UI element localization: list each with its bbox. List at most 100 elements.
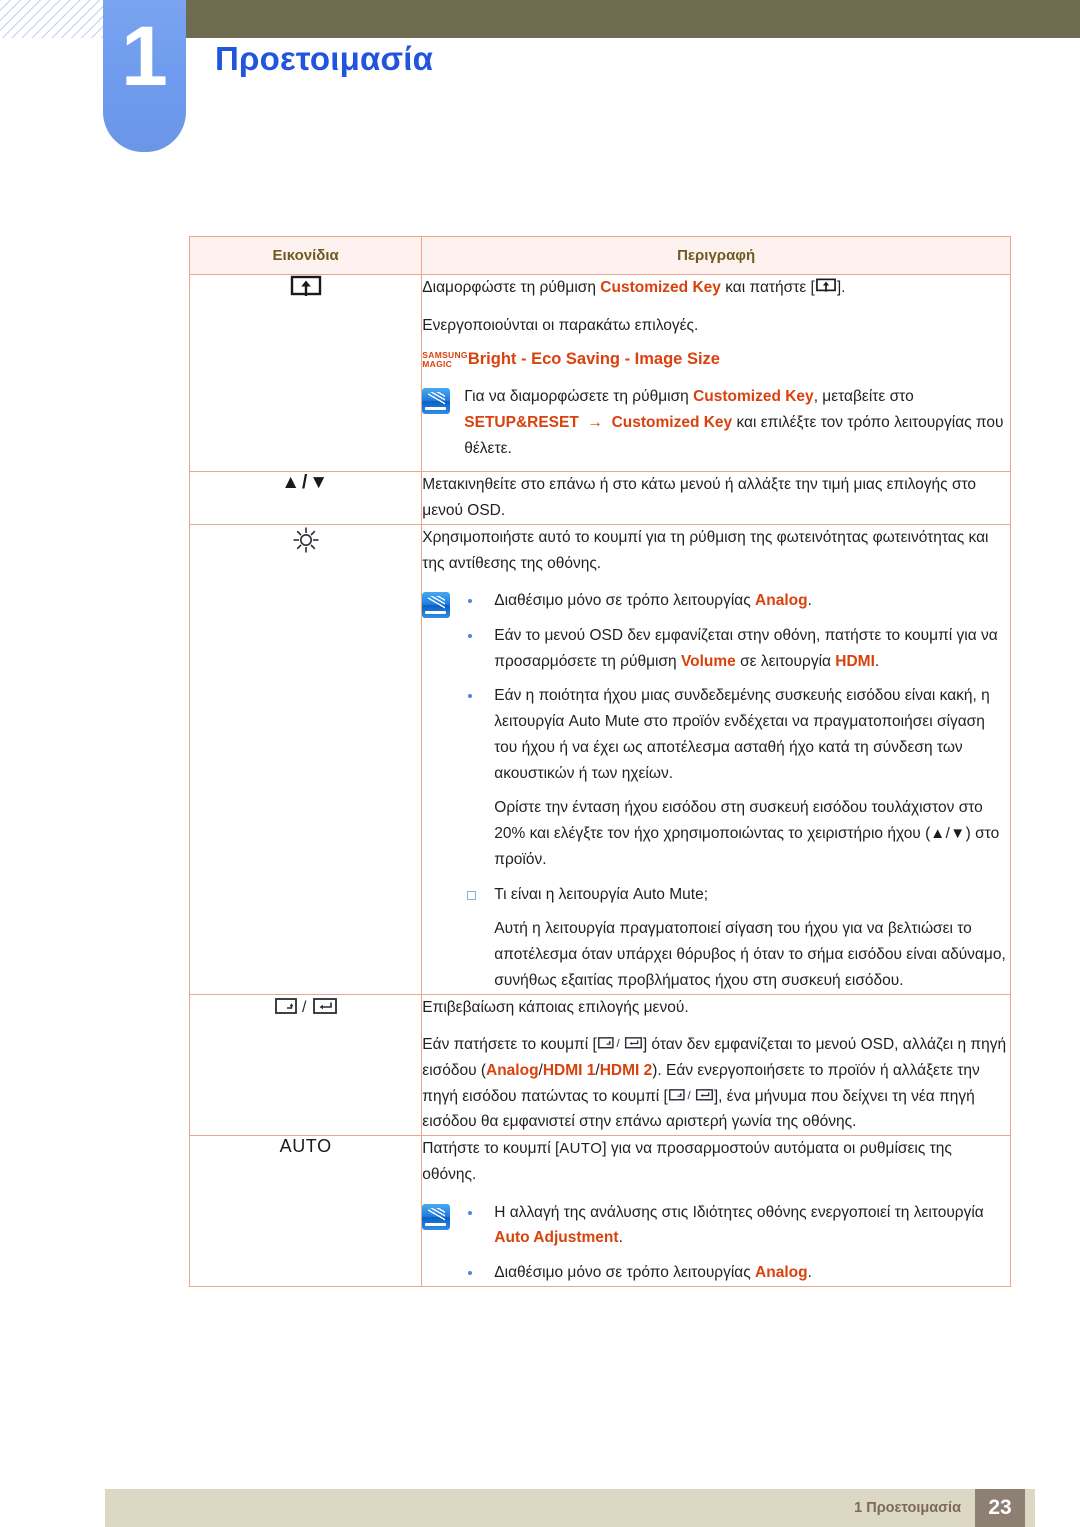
paragraph-brightness-contrast: Χρησιμοποιήστε αυτό το κουμπί για τη ρύθ… xyxy=(422,528,989,572)
text-segment: Διαμορφώστε τη ρύθμιση xyxy=(422,279,601,296)
paragraph-navigate-menu: Μετακινηθείτε στο επάνω ή στο κάτω μενού… xyxy=(422,476,977,520)
list-item-auto-mute-question: Τι είναι η λειτουργία Auto Mute; Αυτή η … xyxy=(450,882,1010,994)
text-segment: Διαθέσιμο μόνο σε τρόπο λειτουργίας xyxy=(494,592,756,610)
note-paragraph: Για να διαμορφώσετε τη ρύθμιση Customize… xyxy=(464,384,1010,461)
table-row: ▲/▼ Μετακινηθείτε στο επάνω ή στο κάτω μ… xyxy=(188,471,1011,525)
footer-chapter-label: 1 Προετοιμασία xyxy=(854,1500,961,1516)
source-enter-icon: / xyxy=(274,997,337,1016)
svg-text:/: / xyxy=(687,1090,691,1102)
column-header-icons: Εικονίδια xyxy=(188,236,423,275)
text-segment: . xyxy=(618,1229,623,1247)
list-item-subtext: Αυτή η λειτουργία πραγματοποιεί σίγαση τ… xyxy=(494,920,1006,989)
text-segment: . xyxy=(874,652,880,670)
list-item: Εάν το μενού OSD δεν εμφανίζεται στην οθ… xyxy=(450,623,1010,674)
icon-cell-customized-key xyxy=(188,273,423,473)
chapter-number-badge: 1 xyxy=(103,0,186,152)
note-bullet-list: Η αλλαγή της ανάλυσης στις Ιδιότητες οθό… xyxy=(450,1200,1010,1286)
text-segment: . xyxy=(807,592,812,610)
highlight-customized-key: Customized Key xyxy=(600,279,721,296)
column-header-description: Περιγραφή xyxy=(421,236,1011,275)
auto-key-label: AUTO xyxy=(559,1140,603,1158)
highlight-analog: Analog xyxy=(755,1264,808,1282)
header-olive-bar xyxy=(186,0,1080,38)
magic-items: Bright - Eco Saving - Image Size xyxy=(467,350,720,369)
table-row: AUTO Πατήστε το κουμπί [AUTO] για να προ… xyxy=(188,1135,1011,1287)
text-segment: . xyxy=(807,1264,812,1282)
icon-cell-source-enter: / xyxy=(188,993,423,1137)
magic-logo-bottom: MAGIC xyxy=(422,359,453,370)
note-pencil-icon xyxy=(422,592,451,619)
highlight-volume: Volume xyxy=(680,652,736,670)
text-segment: Για να διαμορφώσετε τη ρύθμιση xyxy=(464,388,694,406)
icon-cell-auto: AUTO xyxy=(188,1135,423,1287)
highlight-analog: Analog xyxy=(486,1061,539,1079)
paragraph-confirm-selection: Επιβεβαίωση κάποιας επιλογής μενού. xyxy=(422,998,689,1016)
up-down-arrows-inline-icon: ▲/▼ xyxy=(930,825,966,843)
note-body: Για να διαμορφώσετε τη ρύθμιση Customize… xyxy=(464,384,1010,471)
up-down-arrows-icon: ▲/▼ xyxy=(281,472,331,494)
text-segment: και πατήστε [ xyxy=(720,279,815,296)
highlight-hdmi: HDMI xyxy=(835,652,875,670)
page-footer: 1 Προετοιμασία 23 xyxy=(105,1489,1035,1527)
icon-cell-brightness xyxy=(188,523,423,995)
header-hatch-decoration xyxy=(0,0,103,38)
auto-button-icon: AUTO xyxy=(279,1136,332,1157)
note-block: Για να διαμορφώσετε τη ρύθμιση Customize… xyxy=(422,384,1010,471)
footer-page-number: 23 xyxy=(975,1489,1025,1527)
highlight-customized-key: Customized Key xyxy=(611,413,733,431)
svg-text:/: / xyxy=(616,1038,620,1050)
paragraph-options-activated: Ενεργοποιούνται οι παρακάτω επιλογές. xyxy=(422,316,699,334)
text-segment: Η αλλαγή της ανάλυσης στις Ιδιότητες οθό… xyxy=(494,1203,984,1221)
list-item-subtext: Ορίστε την ένταση ήχου εισόδου στη συσκε… xyxy=(494,795,1010,872)
samsung-magic-logo: SAMSUNG MAGIC xyxy=(422,351,468,369)
highlight-hdmi-1: HDMI 1 xyxy=(542,1061,596,1079)
description-cell-brightness: Χρησιμοποιήστε αυτό το κουμπί για τη ρύθ… xyxy=(421,523,1011,995)
list-item: Διαθέσιμο μόνο σε τρόπο λειτουργίας Anal… xyxy=(450,588,1010,614)
text-segment: , μεταβείτε στο xyxy=(813,388,914,406)
description-cell-auto: Πατήστε το κουμπί [AUTO] για να προσαρμο… xyxy=(421,1135,1011,1287)
highlight-analog: Analog xyxy=(755,592,808,610)
page-title: Προετοιμασία xyxy=(215,40,434,77)
note-pencil-icon xyxy=(422,388,451,415)
text-segment: Εάν η ποιότητα ήχου μιας συνδεδεμένης συ… xyxy=(494,687,990,782)
svg-text:/: / xyxy=(302,999,307,1016)
highlight-hdmi-2: HDMI 2 xyxy=(599,1061,653,1079)
customized-key-icon xyxy=(290,275,321,296)
text-segment: Εάν πατήσετε το κουμπί [ xyxy=(422,1036,597,1054)
icon-description-table: Εικονίδια Περιγραφή Διαμορφώστε τη ρύθμι… xyxy=(188,236,1011,1287)
customized-key-inline-icon xyxy=(815,278,836,292)
text-segment: Τι είναι η λειτουργία Auto Mute; xyxy=(494,885,709,903)
source-enter-inline-icon: / xyxy=(668,1088,713,1102)
table-row: Διαμορφώστε τη ρύθμιση Customized Key κα… xyxy=(188,273,1011,473)
text-segment: ]. xyxy=(836,279,846,296)
text-segment: Πατήστε το κουμπί [ xyxy=(422,1140,560,1158)
list-item: Η αλλαγή της ανάλυσης στις Ιδιότητες οθό… xyxy=(450,1200,1010,1251)
note-pencil-icon xyxy=(422,1203,451,1230)
description-cell-up-down: Μετακινηθείτε στο επάνω ή στο κάτω μενού… xyxy=(421,471,1011,525)
text-segment: σε λειτουργία xyxy=(735,652,836,670)
highlight-auto-adjustment: Auto Adjustment xyxy=(494,1229,619,1247)
highlight-setup-reset: SETUP&RESET xyxy=(464,413,579,431)
brightness-sun-icon xyxy=(293,527,319,553)
text-segment: Ορίστε την ένταση ήχου εισόδου στη συσκε… xyxy=(494,799,983,843)
paragraph-auto-adjust: Πατήστε το κουμπί [AUTO] για να προσαρμο… xyxy=(422,1136,1010,1188)
paragraph-input-source: Εάν πατήσετε το κουμπί [/] όταν δεν εμφα… xyxy=(422,1032,1010,1135)
note-bullet-list: Διαθέσιμο μόνο σε τρόπο λειτουργίας Anal… xyxy=(450,588,1010,993)
chapter-number: 1 xyxy=(121,9,168,103)
highlight-customized-key: Customized Key xyxy=(693,388,814,406)
list-item: Διαθέσιμο μόνο σε τρόπο λειτουργίας Anal… xyxy=(450,1260,1010,1286)
description-cell-source-enter: Επιβεβαίωση κάποιας επιλογής μενού. Εάν … xyxy=(421,993,1011,1137)
paragraph-configure-customized-key: Διαμορφώστε τη ρύθμιση Customized Key κα… xyxy=(422,275,1010,301)
table-row: Χρησιμοποιήστε αυτό το κουμπί για τη ρύθ… xyxy=(188,523,1011,995)
note-body: Η αλλαγή της ανάλυσης στις Ιδιότητες οθό… xyxy=(450,1200,1010,1286)
icon-cell-up-down: ▲/▼ xyxy=(188,471,423,525)
note-block: Η αλλαγή της ανάλυσης στις Ιδιότητες οθό… xyxy=(422,1200,1010,1286)
list-item: Εάν η ποιότητα ήχου μιας συνδεδεμένης συ… xyxy=(450,683,1010,872)
description-cell-customized-key: Διαμορφώστε τη ρύθμιση Customized Key κα… xyxy=(421,273,1011,473)
table-header-row: Εικονίδια Περιγραφή xyxy=(188,236,1011,275)
source-enter-inline-icon: / xyxy=(597,1037,642,1050)
note-block: Διαθέσιμο μόνο σε τρόπο λειτουργίας Anal… xyxy=(422,588,1010,993)
magic-options-line: SAMSUNG MAGIC Bright - Eco Saving - Image … xyxy=(422,350,1010,370)
text-segment: Διαθέσιμο μόνο σε τρόπο λειτουργίας xyxy=(494,1264,756,1282)
arrow-glyph: → xyxy=(587,413,603,431)
